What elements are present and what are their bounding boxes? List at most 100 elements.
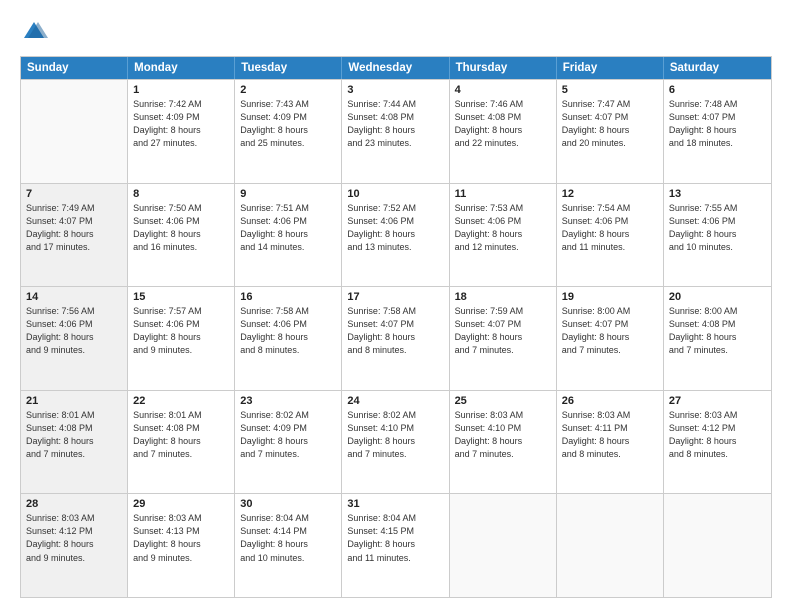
day-number: 30 xyxy=(240,498,336,510)
day-number: 1 xyxy=(133,84,229,96)
day-info: Sunrise: 7:51 AM Sunset: 4:06 PM Dayligh… xyxy=(240,202,336,254)
cal-cell-2-5: 19 Sunrise: 8:00 AM Sunset: 4:07 PM Dayli… xyxy=(557,287,664,390)
day-number: 26 xyxy=(562,395,658,407)
day-number: 17 xyxy=(347,291,443,303)
day-info: Sunrise: 7:53 AM Sunset: 4:06 PM Dayligh… xyxy=(455,202,551,254)
day-info: Sunrise: 8:00 AM Sunset: 4:08 PM Dayligh… xyxy=(669,305,766,357)
day-info: Sunrise: 7:54 AM Sunset: 4:06 PM Dayligh… xyxy=(562,202,658,254)
day-info: Sunrise: 7:57 AM Sunset: 4:06 PM Dayligh… xyxy=(133,305,229,357)
day-info: Sunrise: 8:03 AM Sunset: 4:11 PM Dayligh… xyxy=(562,409,658,461)
day-info: Sunrise: 8:02 AM Sunset: 4:09 PM Dayligh… xyxy=(240,409,336,461)
day-info: Sunrise: 7:56 AM Sunset: 4:06 PM Dayligh… xyxy=(26,305,122,357)
cal-cell-2-0: 14 Sunrise: 7:56 AM Sunset: 4:06 PM Dayli… xyxy=(21,287,128,390)
calendar-header: SundayMondayTuesdayWednesdayThursdayFrid… xyxy=(21,57,771,79)
day-number: 21 xyxy=(26,395,122,407)
day-number: 3 xyxy=(347,84,443,96)
cal-cell-4-3: 31 Sunrise: 8:04 AM Sunset: 4:15 PM Dayli… xyxy=(342,494,449,597)
day-number: 11 xyxy=(455,188,551,200)
cal-cell-4-4 xyxy=(450,494,557,597)
header xyxy=(20,18,772,46)
day-number: 15 xyxy=(133,291,229,303)
day-number: 31 xyxy=(347,498,443,510)
header-day-saturday: Saturday xyxy=(664,57,771,79)
cal-cell-3-5: 26 Sunrise: 8:03 AM Sunset: 4:11 PM Dayli… xyxy=(557,391,664,494)
day-info: Sunrise: 8:02 AM Sunset: 4:10 PM Dayligh… xyxy=(347,409,443,461)
day-info: Sunrise: 8:01 AM Sunset: 4:08 PM Dayligh… xyxy=(133,409,229,461)
cal-cell-3-2: 23 Sunrise: 8:02 AM Sunset: 4:09 PM Dayli… xyxy=(235,391,342,494)
week-row-1: 7 Sunrise: 7:49 AM Sunset: 4:07 PM Daylig… xyxy=(21,183,771,287)
header-day-monday: Monday xyxy=(128,57,235,79)
header-day-tuesday: Tuesday xyxy=(235,57,342,79)
cal-cell-4-6 xyxy=(664,494,771,597)
cal-cell-1-2: 9 Sunrise: 7:51 AM Sunset: 4:06 PM Daylig… xyxy=(235,184,342,287)
cal-cell-2-3: 17Sunrise: 7:58 AM Sunset: 4:07 PM Dayli… xyxy=(342,287,449,390)
day-info: Sunrise: 7:49 AM Sunset: 4:07 PM Dayligh… xyxy=(26,202,122,254)
cal-cell-0-4: 4 Sunrise: 7:46 AM Sunset: 4:08 PM Daylig… xyxy=(450,80,557,183)
day-info: Sunrise: 7:58 AM Sunset: 4:06 PM Dayligh… xyxy=(240,305,336,357)
day-number: 7 xyxy=(26,188,122,200)
cal-cell-0-1: 1 Sunrise: 7:42 AM Sunset: 4:09 PM Daylig… xyxy=(128,80,235,183)
day-info: Sunrise: 7:52 AM Sunset: 4:06 PM Dayligh… xyxy=(347,202,443,254)
day-number: 5 xyxy=(562,84,658,96)
calendar: SundayMondayTuesdayWednesdayThursdayFrid… xyxy=(20,56,772,598)
cal-cell-2-2: 16 Sunrise: 7:58 AM Sunset: 4:06 PM Dayli… xyxy=(235,287,342,390)
cal-cell-4-0: 28 Sunrise: 8:03 AM Sunset: 4:12 PM Dayli… xyxy=(21,494,128,597)
day-number: 16 xyxy=(240,291,336,303)
week-row-4: 28 Sunrise: 8:03 AM Sunset: 4:12 PM Dayli… xyxy=(21,493,771,597)
day-number: 19 xyxy=(562,291,658,303)
day-number: 20 xyxy=(669,291,766,303)
calendar-body: 1 Sunrise: 7:42 AM Sunset: 4:09 PM Daylig… xyxy=(21,79,771,597)
day-number: 29 xyxy=(133,498,229,510)
day-info: Sunrise: 8:00 AM Sunset: 4:07 PM Dayligh… xyxy=(562,305,658,357)
cal-cell-4-5 xyxy=(557,494,664,597)
cal-cell-0-6: 6Sunrise: 7:48 AM Sunset: 4:07 PM Daylig… xyxy=(664,80,771,183)
day-number: 14 xyxy=(26,291,122,303)
header-day-friday: Friday xyxy=(557,57,664,79)
cal-cell-0-0 xyxy=(21,80,128,183)
day-number: 23 xyxy=(240,395,336,407)
week-row-3: 21 Sunrise: 8:01 AM Sunset: 4:08 PM Dayli… xyxy=(21,390,771,494)
week-row-2: 14 Sunrise: 7:56 AM Sunset: 4:06 PM Dayli… xyxy=(21,286,771,390)
cal-cell-0-2: 2 Sunrise: 7:43 AM Sunset: 4:09 PM Daylig… xyxy=(235,80,342,183)
day-info: Sunrise: 7:44 AM Sunset: 4:08 PM Dayligh… xyxy=(347,98,443,150)
day-info: Sunrise: 7:42 AM Sunset: 4:09 PM Dayligh… xyxy=(133,98,229,150)
cal-cell-3-1: 22Sunrise: 8:01 AM Sunset: 4:08 PM Dayli… xyxy=(128,391,235,494)
day-info: Sunrise: 7:46 AM Sunset: 4:08 PM Dayligh… xyxy=(455,98,551,150)
cal-cell-3-6: 27Sunrise: 8:03 AM Sunset: 4:12 PM Dayli… xyxy=(664,391,771,494)
header-day-sunday: Sunday xyxy=(21,57,128,79)
cal-cell-3-4: 25 Sunrise: 8:03 AM Sunset: 4:10 PM Dayli… xyxy=(450,391,557,494)
logo xyxy=(20,18,52,46)
day-info: Sunrise: 7:43 AM Sunset: 4:09 PM Dayligh… xyxy=(240,98,336,150)
day-number: 18 xyxy=(455,291,551,303)
logo-icon xyxy=(20,18,48,46)
day-number: 28 xyxy=(26,498,122,510)
day-number: 6 xyxy=(669,84,766,96)
cal-cell-2-1: 15 Sunrise: 7:57 AM Sunset: 4:06 PM Dayli… xyxy=(128,287,235,390)
day-info: Sunrise: 8:03 AM Sunset: 4:13 PM Dayligh… xyxy=(133,512,229,564)
day-info: Sunrise: 7:55 AM Sunset: 4:06 PM Dayligh… xyxy=(669,202,766,254)
day-number: 25 xyxy=(455,395,551,407)
cal-cell-2-4: 18Sunrise: 7:59 AM Sunset: 4:07 PM Dayli… xyxy=(450,287,557,390)
day-number: 13 xyxy=(669,188,766,200)
cal-cell-0-5: 5Sunrise: 7:47 AM Sunset: 4:07 PM Daylig… xyxy=(557,80,664,183)
cal-cell-4-1: 29 Sunrise: 8:03 AM Sunset: 4:13 PM Dayli… xyxy=(128,494,235,597)
day-number: 9 xyxy=(240,188,336,200)
cal-cell-2-6: 20 Sunrise: 8:00 AM Sunset: 4:08 PM Dayli… xyxy=(664,287,771,390)
day-number: 24 xyxy=(347,395,443,407)
cal-cell-0-3: 3 Sunrise: 7:44 AM Sunset: 4:08 PM Daylig… xyxy=(342,80,449,183)
day-number: 2 xyxy=(240,84,336,96)
cal-cell-1-4: 11 Sunrise: 7:53 AM Sunset: 4:06 PM Dayli… xyxy=(450,184,557,287)
page: SundayMondayTuesdayWednesdayThursdayFrid… xyxy=(0,0,792,612)
day-info: Sunrise: 8:04 AM Sunset: 4:15 PM Dayligh… xyxy=(347,512,443,564)
header-day-thursday: Thursday xyxy=(450,57,557,79)
cal-cell-1-5: 12Sunrise: 7:54 AM Sunset: 4:06 PM Dayli… xyxy=(557,184,664,287)
day-info: Sunrise: 8:03 AM Sunset: 4:10 PM Dayligh… xyxy=(455,409,551,461)
header-day-wednesday: Wednesday xyxy=(342,57,449,79)
day-info: Sunrise: 8:03 AM Sunset: 4:12 PM Dayligh… xyxy=(26,512,122,564)
cal-cell-3-0: 21Sunrise: 8:01 AM Sunset: 4:08 PM Dayli… xyxy=(21,391,128,494)
day-number: 4 xyxy=(455,84,551,96)
cal-cell-3-3: 24 Sunrise: 8:02 AM Sunset: 4:10 PM Dayli… xyxy=(342,391,449,494)
day-info: Sunrise: 8:04 AM Sunset: 4:14 PM Dayligh… xyxy=(240,512,336,564)
cal-cell-1-3: 10Sunrise: 7:52 AM Sunset: 4:06 PM Dayli… xyxy=(342,184,449,287)
day-info: Sunrise: 8:03 AM Sunset: 4:12 PM Dayligh… xyxy=(669,409,766,461)
